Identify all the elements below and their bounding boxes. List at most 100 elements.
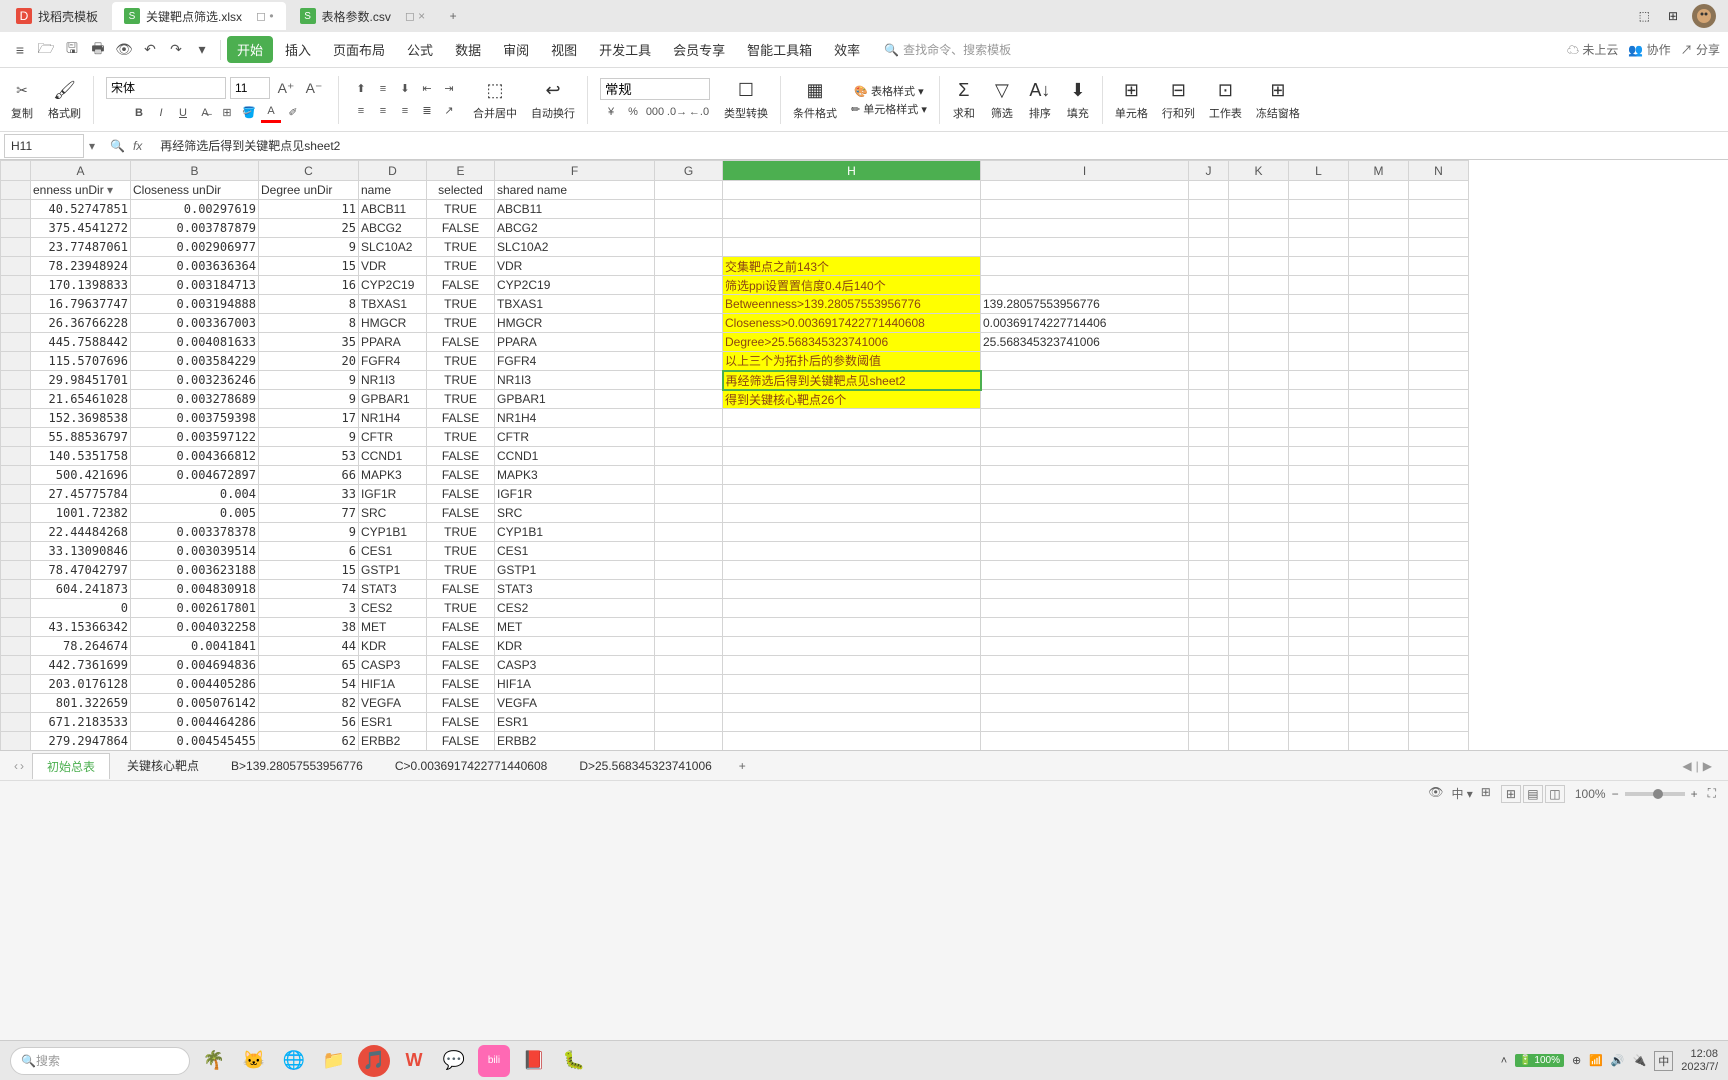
sheet-nav-last[interactable]: › (20, 759, 24, 773)
app-icon-edge[interactable]: 🌐 (278, 1045, 310, 1077)
battery-icon[interactable]: 🔋 100% (1515, 1054, 1564, 1067)
col-header-N[interactable]: N (1409, 161, 1469, 181)
view-break-icon[interactable]: ◫ (1545, 785, 1565, 803)
fx-icon[interactable]: fx (133, 139, 142, 153)
sheet-ops[interactable]: ⊡工作表 (1203, 77, 1248, 123)
table-row[interactable]: 78.47042797 0.003623188 15 GSTP1 TRUE GS… (1, 561, 1469, 580)
table-row[interactable]: 115.5707696 0.003584229 20 FGFR4 TRUE FG… (1, 352, 1469, 371)
align-top-icon[interactable]: ⬆ (351, 79, 371, 99)
table-style[interactable]: 🎨 表格样式 ▾ (854, 83, 923, 99)
row-header[interactable] (1, 257, 31, 276)
comma-icon[interactable]: 000 (645, 102, 665, 122)
indent-dec-icon[interactable]: ⇤ (417, 79, 437, 99)
strike-icon[interactable]: A̶ (195, 103, 215, 123)
filter[interactable]: ▽筛选 (984, 77, 1020, 123)
app-icon-pink[interactable]: bili (478, 1045, 510, 1077)
align-mid-icon[interactable]: ≡ (373, 79, 393, 99)
menu-effect[interactable]: 效率 (824, 36, 870, 63)
print-icon[interactable]: 🖶 (86, 38, 110, 62)
col-header-M[interactable]: M (1349, 161, 1409, 181)
sheet-nav-first[interactable]: ‹ (14, 759, 18, 773)
tray-power-icon[interactable]: 🔌 (1633, 1054, 1647, 1067)
table-row[interactable]: 27.45775784 0.004 33 IGF1R FALSE IGF1R (1, 485, 1469, 504)
cell-ops[interactable]: ⊞单元格 (1109, 77, 1154, 123)
row-header[interactable] (1, 352, 31, 371)
align-just-icon[interactable]: ≣ (417, 101, 437, 121)
window-control-1[interactable]: ⬚ (1635, 7, 1654, 25)
table-row[interactable]: 500.421696 0.004672897 66 MAPK3 FALSE MA… (1, 466, 1469, 485)
row-header[interactable] (1, 580, 31, 599)
row-header[interactable] (1, 219, 31, 238)
open-icon[interactable]: 🗁 (34, 38, 58, 62)
row-header[interactable] (1, 504, 31, 523)
cut-icon[interactable]: ✂ (10, 79, 34, 103)
tray-ime[interactable]: 中 (1654, 1051, 1673, 1071)
table-row[interactable]: 170.1398833 0.003184713 16 CYP2C19 FALSE… (1, 276, 1469, 295)
dec-inc-icon[interactable]: .0→ (667, 102, 687, 122)
app-icon-wps[interactable]: W (398, 1045, 430, 1077)
italic-icon[interactable]: I (151, 103, 171, 123)
user-avatar[interactable] (1692, 4, 1716, 28)
menu-dev[interactable]: 开发工具 (589, 36, 661, 63)
row-header[interactable] (1, 542, 31, 561)
zoom-in-icon[interactable]: + (1691, 787, 1698, 801)
formula-input[interactable]: 再经筛选后得到关键靶点见sheet2 (152, 134, 1728, 158)
table-row[interactable]: 0 0.002617801 3 CES2 TRUE CES2 (1, 599, 1469, 618)
row-header[interactable] (1, 561, 31, 580)
table-row[interactable]: 279.2947864 0.004545455 62 ERBB2 FALSE E… (1, 732, 1469, 751)
row-header[interactable] (1, 333, 31, 352)
menu-insert[interactable]: 插入 (275, 36, 321, 63)
font-name-select[interactable] (106, 77, 226, 99)
sheet-scroll-left[interactable]: ◀ (1682, 759, 1691, 773)
tab-close-icon[interactable]: ◻ × (405, 9, 425, 23)
grid-toggle-icon[interactable]: ⊞ (1481, 785, 1491, 802)
table-row[interactable]: 604.241873 0.004830918 74 STAT3 FALSE ST… (1, 580, 1469, 599)
redo-icon[interactable]: ↷ (164, 38, 188, 62)
row-header[interactable] (1, 409, 31, 428)
table-row[interactable]: 445.7588442 0.004081633 35 PPARA FALSE P… (1, 333, 1469, 352)
table-row[interactable]: 29.98451701 0.003236246 9 NR1I3 TRUE NR1… (1, 371, 1469, 390)
rowcol[interactable]: ⊟行和列 (1156, 77, 1201, 123)
row-header[interactable] (1, 276, 31, 295)
zoom-slider[interactable] (1625, 792, 1685, 796)
app-icon-bug[interactable]: 🐛 (558, 1045, 590, 1077)
tray-wifi-icon[interactable]: 📶 (1589, 1054, 1603, 1067)
menu-review[interactable]: 审阅 (493, 36, 539, 63)
table-row[interactable]: 801.322659 0.005076142 82 VEGFA FALSE VE… (1, 694, 1469, 713)
row-header[interactable] (1, 390, 31, 409)
menu-icon[interactable]: ≡ (8, 38, 32, 62)
percent-icon[interactable]: % (623, 102, 643, 122)
row-header[interactable] (1, 238, 31, 257)
table-row[interactable]: 43.15366342 0.004032258 38 MET FALSE MET (1, 618, 1469, 637)
app-icon-explorer[interactable]: 📁 (318, 1045, 350, 1077)
align-bot-icon[interactable]: ⬇ (395, 79, 415, 99)
table-row[interactable]: 26.36766228 0.003367003 8 HMGCR TRUE HMG… (1, 314, 1469, 333)
menu-start[interactable]: 开始 (227, 36, 273, 63)
merge-center[interactable]: ⬚ 合并居中 (467, 77, 523, 123)
col-header-A[interactable]: A (31, 161, 131, 181)
sheet-scroll-right[interactable]: ▶ (1703, 759, 1712, 773)
name-box-dropdown[interactable]: ▾ (84, 139, 100, 153)
sheet-tab-2[interactable]: 关键核心靶点 (112, 752, 214, 779)
indent-inc-icon[interactable]: ⇥ (439, 79, 459, 99)
sheet-tab-5[interactable]: D>25.568345323741006 (564, 754, 726, 778)
font-dec-icon[interactable]: A⁻ (302, 77, 326, 101)
font-size-select[interactable] (230, 77, 270, 99)
zoom-fx-icon[interactable]: 🔍 (110, 139, 125, 153)
col-header-H[interactable]: H (723, 161, 981, 181)
table-row[interactable]: 442.7361699 0.004694836 65 CASP3 FALSE C… (1, 656, 1469, 675)
table-row[interactable]: 1001.72382 0.005 77 SRC FALSE SRC (1, 504, 1469, 523)
dropdown-icon[interactable]: ▾ (190, 38, 214, 62)
bold-icon[interactable]: B (129, 103, 149, 123)
table-row[interactable]: 671.2183533 0.004464286 56 ESR1 FALSE ES… (1, 713, 1469, 732)
sheet-tab-4[interactable]: C>0.0036917422771440608 (380, 754, 562, 778)
data-table[interactable]: ABCDEFGHIJKLMN enness unDir ▾ Closeness … (0, 160, 1469, 750)
align-center-icon[interactable]: ≡ (373, 101, 393, 121)
row-header[interactable] (1, 485, 31, 504)
tab-templates[interactable]: D 找稻壳模板 (4, 2, 110, 30)
row-header[interactable] (1, 618, 31, 637)
table-row[interactable]: 23.77487061 0.002906977 9 SLC10A2 TRUE S… (1, 238, 1469, 257)
col-header-L[interactable]: L (1289, 161, 1349, 181)
row-header[interactable] (1, 295, 31, 314)
cell-style[interactable]: ✏ 单元格样式 ▾ (851, 101, 927, 117)
